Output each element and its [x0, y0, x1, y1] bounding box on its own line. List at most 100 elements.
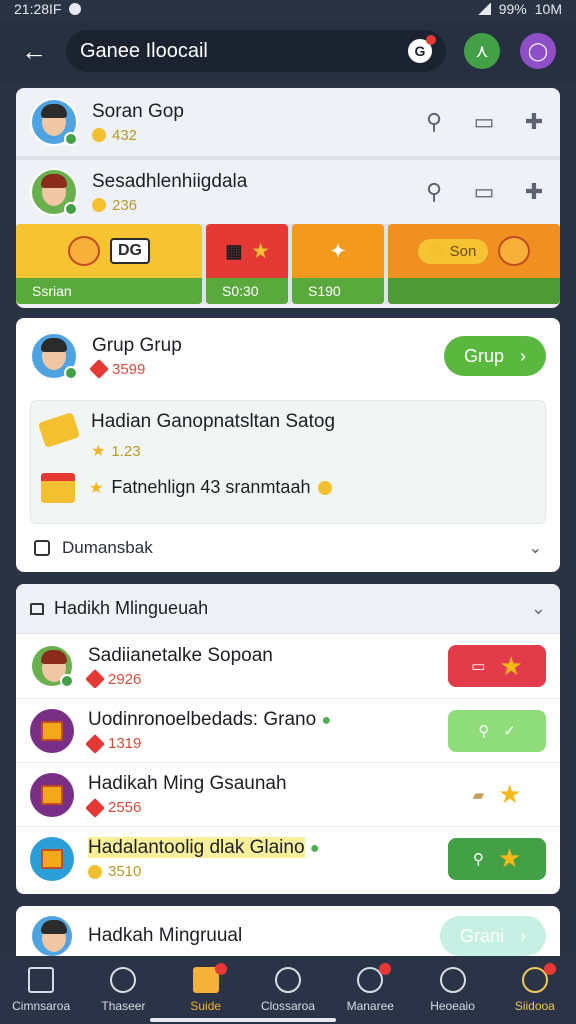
document-icon — [34, 540, 50, 556]
tile-boost[interactable]: ✦ S190 — [292, 224, 384, 304]
nav-home[interactable]: Cimnsaroa — [6, 967, 76, 1013]
tile-label: S190 — [292, 278, 384, 304]
notification-icon — [69, 3, 82, 15]
list-item[interactable]: Sadiianetalke Sopoan 2926 ▭ ★ — [16, 634, 560, 698]
nav-guide[interactable]: Suide — [171, 963, 241, 1013]
back-button[interactable]: ← — [14, 31, 54, 71]
coin-icon — [429, 244, 444, 258]
avatar — [30, 914, 74, 958]
group-button[interactable]: Grup › — [443, 336, 546, 376]
star-icon: ★ — [252, 240, 269, 261]
item-name: Hadikah Ming Gsaunah — [88, 773, 287, 794]
item-value: 3510 — [108, 863, 142, 880]
section-title: Hadikh Mlingueuah — [54, 598, 209, 618]
battery-text: 99% — [498, 1, 527, 17]
coin-icon — [88, 864, 102, 879]
list-item[interactable]: Uodinronoelbedads: Grano ● 1319 ⚲ ✓ — [16, 698, 560, 762]
person-icon[interactable]: ⚲ — [422, 179, 446, 205]
player-coins: 236 — [112, 196, 138, 214]
nav-settings[interactable]: Siidooa — [500, 963, 570, 1013]
footer-label: Dumansbak — [62, 538, 153, 557]
nav-search[interactable]: Thaseer — [88, 967, 158, 1013]
group-footer[interactable]: Dumansbak ⌄ — [16, 524, 560, 572]
item-value: 1319 — [108, 735, 142, 752]
page-title: Ganee Iloocail — [80, 39, 208, 62]
notification-badge — [379, 963, 392, 975]
chevron-down-icon[interactable]: ⌄ — [531, 598, 546, 619]
notification-badge — [543, 963, 556, 975]
home-indicator — [150, 1018, 336, 1022]
gift-avatar — [30, 708, 74, 753]
heart-icon — [85, 797, 105, 818]
share-button[interactable]: ⋏ — [464, 33, 500, 69]
star-icon: ★ — [497, 843, 522, 873]
nav-clock[interactable]: Clossaroa — [253, 967, 323, 1013]
gift-avatar — [30, 772, 74, 817]
coin-pill[interactable]: Son — [417, 238, 489, 264]
send-button[interactable]: ▭ ★ — [448, 645, 546, 687]
accept-button[interactable]: ⚲ ✓ — [448, 709, 546, 752]
tile-coins[interactable]: Son — [388, 224, 560, 304]
add-button[interactable]: ⚲ ★ — [448, 837, 546, 880]
notification-badge — [214, 963, 227, 975]
chat-icon[interactable]: ▭ — [472, 109, 496, 135]
nav-messages[interactable]: Manaree — [335, 963, 405, 1013]
section-header[interactable]: Hadikh Mlingueuah ⌄ — [16, 584, 560, 634]
chevron-right-icon: › — [520, 345, 526, 366]
nav-face[interactable]: Heoeaio — [418, 967, 488, 1013]
nav-label: Manaree — [346, 999, 394, 1013]
coin-icon — [92, 198, 106, 212]
group-button[interactable]: Grani › — [439, 916, 546, 956]
title-pill[interactable]: Ganee Iloocail G — [66, 30, 446, 72]
add-friend-icon[interactable]: ✚ — [522, 109, 546, 135]
group-button-label: Grup — [463, 345, 504, 366]
group-button-label: Grani — [459, 925, 504, 946]
nav-label: Cimnsaroa — [12, 999, 71, 1013]
tile-label-empty — [388, 278, 560, 304]
status-time: 21:28IF — [14, 1, 62, 17]
tile-calendar[interactable]: ▦ ★ S0:30 — [206, 224, 288, 304]
status-bar: 21:28IF 99% 10M — [0, 0, 576, 18]
avatar — [30, 98, 78, 146]
reward-box: Hadian Ganopnatsltan Satog ★ 1.23 ★ Fatne… — [30, 400, 546, 524]
nav-label: Heoeaio — [430, 999, 475, 1013]
person-icon: ⚲ — [472, 850, 484, 868]
add-friend-icon[interactable]: ✚ — [522, 179, 546, 205]
list-item[interactable]: Hadalantoolig dlak Glaino ● 3510 ⚲ ★ — [16, 826, 560, 890]
item-value: 2926 — [108, 670, 142, 688]
star-icon: ★ — [499, 650, 523, 681]
leaf-icon: ● — [309, 840, 320, 857]
player-row[interactable]: Sesadhlenhiigdala 236 ⚲ ▭ ✚ — [16, 156, 560, 224]
tile-label: Ssrian — [16, 278, 202, 304]
leaf-icon: ● — [321, 712, 332, 729]
item-value: 2556 — [108, 799, 142, 816]
nav-label: Thaseer — [101, 999, 146, 1013]
tile-mascot[interactable]: DG Ssrian — [16, 224, 202, 304]
chevron-down-icon[interactable]: ⌄ — [529, 538, 542, 558]
heart-icon — [85, 733, 105, 754]
profile-button[interactable]: ◯ — [520, 33, 556, 69]
search-icon — [110, 967, 137, 993]
gift-avatar — [30, 836, 74, 881]
avatar — [30, 644, 74, 688]
player-name: Soran Gop — [92, 100, 184, 122]
signal-icon — [476, 3, 491, 15]
reward-title: Hadian Ganopnatsltan Satog — [91, 411, 336, 432]
list-item[interactable]: Hadikah Ming Gsaunah 2556 ▰ ★ — [16, 762, 560, 826]
group-value: 3599 — [112, 360, 146, 378]
player-row[interactable]: Soran Gop 432 ⚲ ▭ ✚ — [16, 88, 560, 156]
list-card: Hadikh Mlingueuah ⌄ Sadiianetalke Sopoan… — [16, 584, 560, 894]
clock-icon — [274, 967, 301, 993]
mascot-icon — [68, 236, 100, 266]
chat-icon[interactable]: ▭ — [472, 179, 496, 205]
item-name: Hadkah Mingruual — [88, 925, 243, 946]
person-icon[interactable]: ⚲ — [422, 109, 446, 135]
reward-line: Fatnehlign 43 sranmtaah — [111, 477, 311, 497]
claim-button[interactable]: ▰ ★ — [448, 774, 546, 816]
players-card: Soran Gop 432 ⚲ ▭ ✚ Sesadhlenhiigdala 23… — [16, 88, 560, 308]
group-card: Grup Grup 3599 Grup › Hadian Ganopnatslt… — [16, 318, 560, 572]
heart-icon — [85, 669, 105, 689]
mascot-icon — [498, 236, 531, 266]
star-icon: ★ — [91, 443, 106, 460]
google-icon[interactable]: G — [408, 35, 436, 63]
